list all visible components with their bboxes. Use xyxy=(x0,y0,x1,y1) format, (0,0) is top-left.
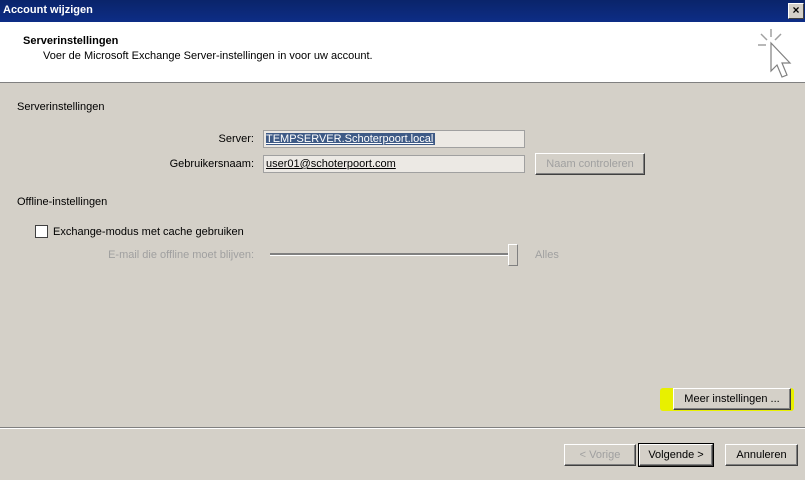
wizard-cursor-icon xyxy=(758,29,792,78)
server-section-title: Serverinstellingen xyxy=(17,101,105,113)
header-subtitle: Voer de Microsoft Exchange Server-instel… xyxy=(43,50,373,62)
offline-slider-value: Alles xyxy=(535,249,559,261)
server-label: Server: xyxy=(218,133,254,145)
back-button[interactable]: < Vorige xyxy=(564,444,636,466)
close-button[interactable]: × xyxy=(788,3,804,19)
footer-divider xyxy=(0,427,805,429)
offline-slider-track xyxy=(270,253,516,256)
server-input[interactable]: TEMPSERVER.Schoterpoort.local xyxy=(263,130,525,148)
cache-mode-checkbox[interactable] xyxy=(35,225,48,238)
username-value: user01@schoterpoort.com xyxy=(266,158,396,170)
cache-mode-label: Exchange-modus met cache gebruiken xyxy=(53,226,244,238)
server-value: TEMPSERVER.Schoterpoort.local xyxy=(266,133,436,145)
offline-slider-label: E-mail die offline moet blijven: xyxy=(108,249,254,261)
offline-section-title: Offline-instellingen xyxy=(17,196,108,208)
username-input[interactable]: user01@schoterpoort.com xyxy=(263,155,525,173)
cancel-button[interactable]: Annuleren xyxy=(725,444,798,466)
wizard-header: Serverinstellingen Voer de Microsoft Exc… xyxy=(0,22,805,83)
more-settings-button[interactable]: Meer instellingen ... xyxy=(673,388,791,410)
header-title: Serverinstellingen xyxy=(23,35,119,47)
window-titlebar: Account wijzigen × xyxy=(0,0,805,22)
next-button[interactable]: Volgende > xyxy=(638,443,714,467)
check-name-button[interactable]: Naam controleren xyxy=(535,153,645,175)
offline-slider-thumb[interactable] xyxy=(508,244,518,266)
window-title: Account wijzigen xyxy=(3,4,93,16)
close-icon: × xyxy=(792,3,800,17)
username-label: Gebruikersnaam: xyxy=(169,158,254,170)
